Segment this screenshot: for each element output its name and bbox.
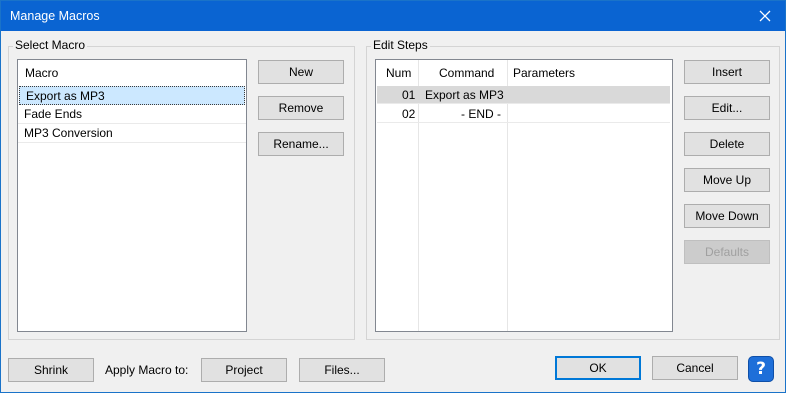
insert-button[interactable]: Insert [684,60,770,84]
project-button[interactable]: Project [201,358,287,382]
macro-list[interactable]: Macro Export as MP3 Fade Ends MP3 Conver… [17,59,247,332]
help-button[interactable]: ? [748,356,774,382]
shrink-button[interactable]: Shrink [8,358,94,382]
defaults-button[interactable]: Defaults [684,240,770,264]
ok-button[interactable]: OK [555,356,641,380]
files-button[interactable]: Files... [299,358,385,382]
delete-button[interactable]: Delete [684,132,770,156]
apply-macro-label: Apply Macro to: [105,363,189,377]
command-column-header[interactable]: Command [439,60,494,86]
step-row[interactable]: 01 Export as MP3 [377,86,670,104]
steps-list[interactable]: Num Command Parameters 01 Export as MP3 … [375,59,673,332]
remove-button[interactable]: Remove [258,96,344,120]
manage-macros-dialog: Manage Macros Select Macro Macro Export … [0,0,786,393]
move-down-button[interactable]: Move Down [684,204,770,228]
step-row[interactable]: 02 - END - [377,105,670,123]
cancel-button[interactable]: Cancel [652,356,738,380]
edit-steps-label: Edit Steps [371,38,430,52]
macro-list-item[interactable]: Fade Ends [18,105,246,124]
num-column-header[interactable]: Num [386,60,411,86]
close-button[interactable] [745,1,785,31]
new-button[interactable]: New [258,60,344,84]
rename-button[interactable]: Rename... [258,132,344,156]
step-command: - END - [461,107,501,121]
select-macro-label: Select Macro [13,38,88,52]
macro-column-header[interactable]: Macro [25,60,58,86]
edit-button[interactable]: Edit... [684,96,770,120]
step-command: Export as MP3 [425,88,504,102]
title-bar[interactable]: Manage Macros [1,1,785,31]
parameters-column-header[interactable]: Parameters [513,60,575,86]
step-num: 01 [402,88,416,102]
step-num: 02 [402,107,416,121]
move-up-button[interactable]: Move Up [684,168,770,192]
close-icon [759,10,771,22]
help-icon: ? [756,359,766,379]
window-title: Manage Macros [10,9,100,23]
macro-list-item[interactable]: Export as MP3 [19,86,245,105]
macro-list-item[interactable]: MP3 Conversion [18,124,246,143]
